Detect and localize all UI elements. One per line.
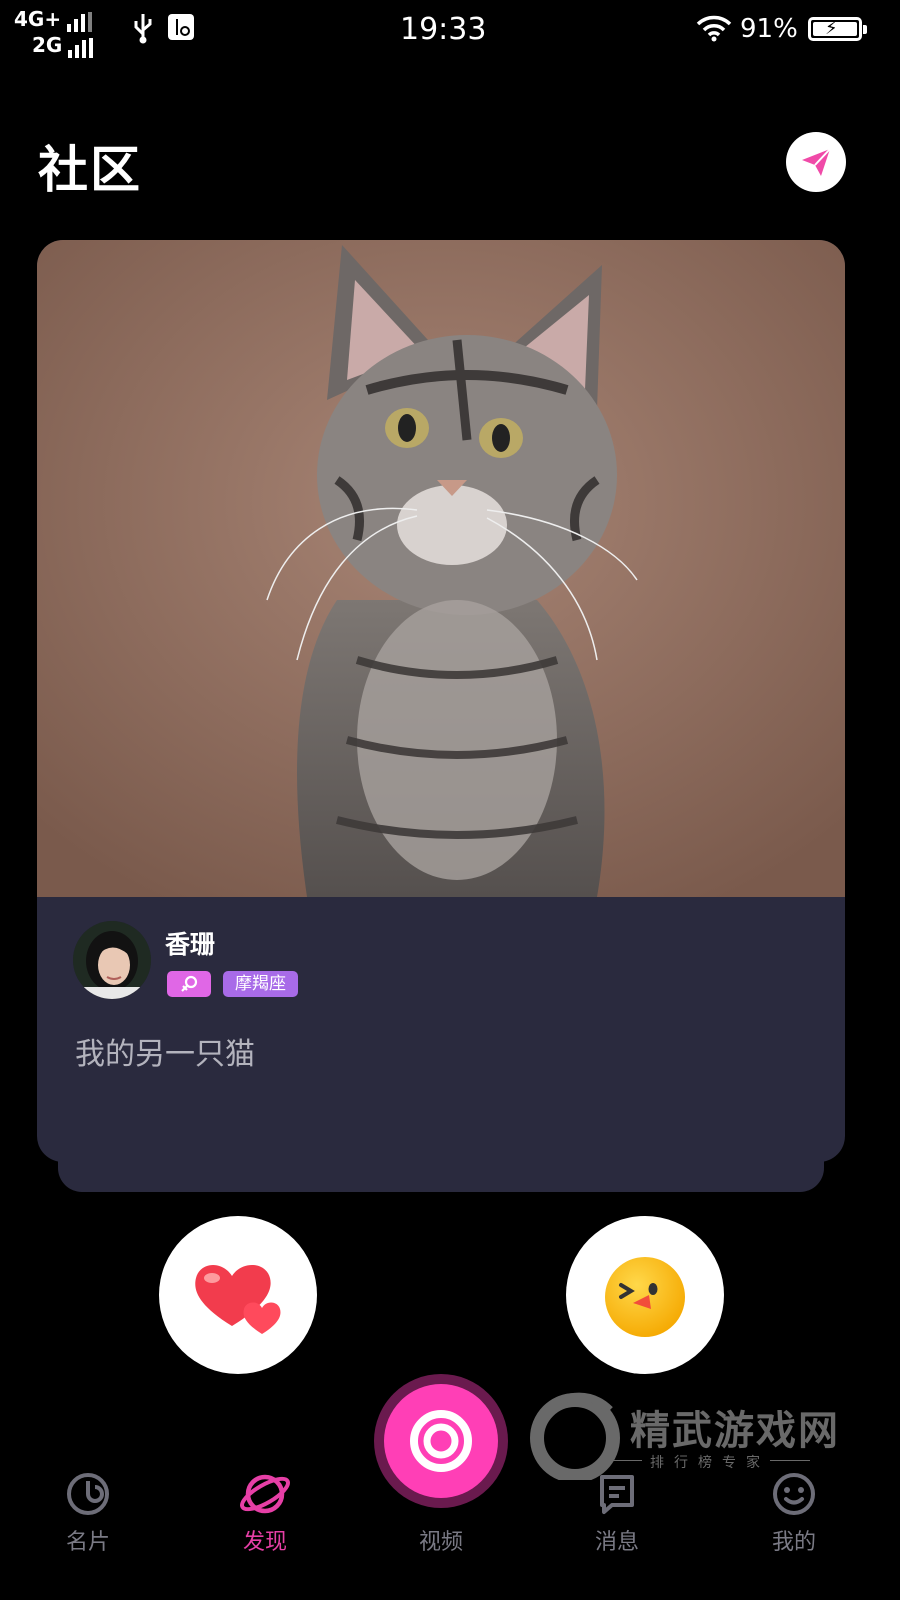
battery-icon: ⚡ [808,17,867,41]
nav-item-card[interactable]: 名片 [28,1460,148,1556]
network-type-top: 4G+ [14,7,62,31]
nav-item-profile[interactable]: 我的 [734,1460,854,1556]
status-bar: 4G+ 2G 19:33 91% ⚡ [0,0,900,62]
signal-icon [68,38,94,58]
smiley-icon [773,1473,815,1515]
paper-plane-icon [802,148,831,176]
wifi-icon [696,15,732,42]
nav-item-messages[interactable]: 消息 [557,1460,677,1556]
page-title: 社区 [38,141,142,199]
message-icon [600,1475,634,1514]
nav-label: 视频 [418,1530,463,1555]
like-button[interactable] [159,1216,317,1374]
battery-percent: 91% [740,14,798,44]
clock: 19:33 [400,12,487,47]
card-icon [67,1473,109,1515]
post-info: 香珊 摩羯座 我的另一只猫 [37,897,845,1162]
winking-chick-emoji-icon [605,1257,685,1337]
female-symbol-icon [181,975,198,992]
gender-tag [167,971,211,997]
signal-icon [67,12,93,32]
send-button[interactable] [786,132,846,192]
nav-label: 名片 [65,1530,110,1555]
emoji-button[interactable] [566,1216,724,1374]
network-type-bottom: 2G [32,33,63,57]
nav-item-video[interactable]: 视频 [381,1460,501,1556]
zodiac-tag: 摩羯座 [223,971,298,997]
hearts-icon [195,1264,281,1334]
usb-debug-icon [168,14,194,40]
avatar[interactable] [73,921,151,999]
usb-icon [134,14,152,44]
author-name[interactable]: 香珊 [165,925,215,961]
post-card[interactable]: 香珊 摩羯座 我的另一只猫 [37,240,845,1162]
post-caption: 我的另一只猫 [75,1037,255,1072]
watermark-name: 精武游戏网 [630,1408,840,1454]
nav-label: 发现 [242,1530,287,1555]
planet-icon [240,1474,290,1514]
post-image[interactable] [37,240,845,897]
nav-label: 消息 [594,1530,639,1555]
bottom-nav: 名片 发现 视频 消息 我的 [0,1460,900,1600]
network-indicator: 4G+ 2G [14,6,94,58]
nav-item-discover[interactable]: 发现 [205,1460,325,1556]
nav-label: 我的 [771,1530,816,1555]
